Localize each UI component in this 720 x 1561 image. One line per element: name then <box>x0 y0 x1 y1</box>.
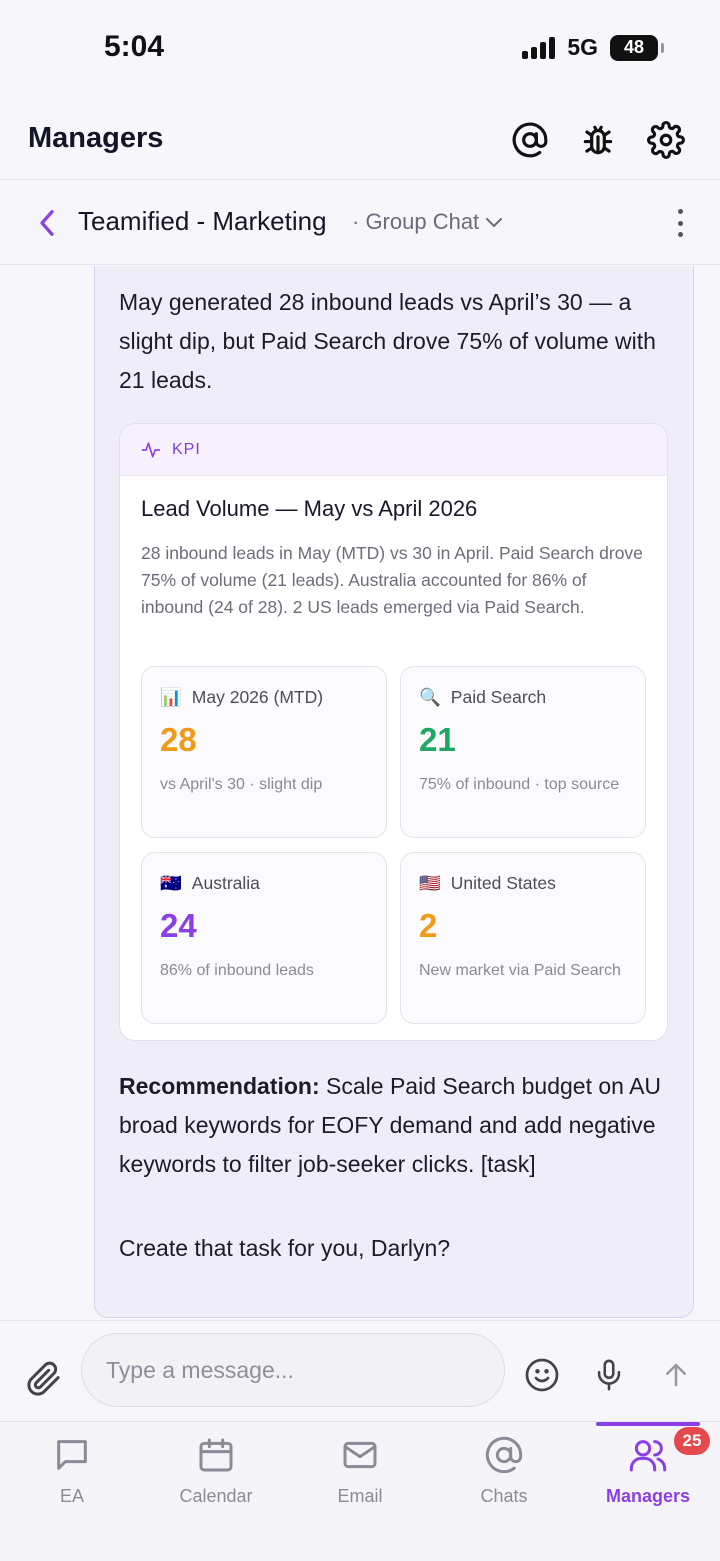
message-composer <box>0 1320 720 1421</box>
tile-note: 86% of inbound leads <box>160 962 314 979</box>
calendar-icon <box>196 1432 236 1478</box>
kpi-tile: 🇦🇺 Australia 24 86% of inbound leads <box>141 852 387 1024</box>
kpi-title: Lead Volume — May vs April 2026 <box>141 496 478 521</box>
signal-icon <box>522 36 556 59</box>
tile-value: 24 <box>160 907 197 944</box>
chevron-left-icon <box>40 210 54 236</box>
battery-icon: 48 <box>610 34 664 61</box>
tile-note: New market via Paid Search <box>419 962 621 979</box>
bottom-tab-bar: EA Calendar Email Chats Managers 25 <box>0 1421 720 1561</box>
send-button[interactable] <box>656 1355 696 1395</box>
message-list[interactable]: May generated 28 inbound leads vs April’… <box>0 266 720 1320</box>
kpi-description: 28 inbound leads in May (MTD) vs 30 in A… <box>141 543 643 617</box>
arrow-up-icon <box>666 1363 686 1387</box>
at-sign-icon[interactable] <box>510 120 550 160</box>
kpi-card: KPI Lead Volume — May vs April 2026 28 i… <box>119 423 668 1041</box>
follow-up-question: Create that task for you, Darlyn? <box>119 1235 451 1261</box>
australia-flag-icon: 🇦🇺 <box>160 873 182 893</box>
battery-level: 48 <box>623 37 645 57</box>
us-flag-icon: 🇺🇸 <box>419 873 441 893</box>
tab-email[interactable]: Email <box>288 1432 432 1522</box>
magnifier-icon: 🔍 <box>419 687 441 707</box>
tab-label: EA <box>59 1486 84 1506</box>
activity-icon <box>141 442 161 457</box>
tile-value: 28 <box>160 721 197 758</box>
emoji-icon[interactable] <box>522 1355 562 1395</box>
tab-ea[interactable]: EA <box>0 1432 144 1522</box>
status-indicators: 5G 48 <box>522 34 664 61</box>
users-icon <box>628 1432 668 1478</box>
tab-label: Email <box>337 1486 383 1506</box>
chat-header: Teamified - Marketing · Group Chat <box>0 181 720 265</box>
kpi-tile: 📊 May 2026 (MTD) 28 vs April's 30 · sligh… <box>141 666 387 838</box>
kpi-header: KPI <box>120 424 667 476</box>
tab-label: Managers <box>605 1486 691 1506</box>
assistant-message: May generated 28 inbound leads vs April’… <box>94 266 694 1318</box>
tile-label: Australia <box>191 873 260 893</box>
tile-label: Paid Search <box>450 687 547 707</box>
tile-value: 2 <box>419 907 438 944</box>
tile-note: 75% of inbound · top source <box>419 776 620 793</box>
more-options-icon[interactable] <box>670 205 690 241</box>
tab-calendar[interactable]: Calendar <box>144 1432 288 1522</box>
at-sign-icon <box>484 1432 524 1478</box>
status-time: 5:04 <box>104 30 165 63</box>
page-title: Managers <box>28 122 164 154</box>
chat-title[interactable]: Teamified - Marketing <box>78 206 327 237</box>
paperclip-icon[interactable] <box>24 1359 64 1399</box>
tile-label: May 2026 (MTD) <box>191 687 324 707</box>
recommendation-label: Recommendation: <box>119 1073 320 1099</box>
back-button[interactable] <box>32 205 62 241</box>
kpi-tag: KPI <box>172 440 201 458</box>
header-actions <box>510 120 686 160</box>
chat-bubble-icon <box>52 1432 92 1478</box>
chat-type-dropdown[interactable]: · Group Chat <box>352 209 503 235</box>
tile-note: vs April's 30 · slight dip <box>160 776 323 793</box>
chevron-down-icon <box>486 218 503 228</box>
gear-icon[interactable] <box>646 120 686 160</box>
kpi-tile: 🔍 Paid Search 21 75% of inbound · top sou… <box>400 666 646 838</box>
tab-label: Chats <box>480 1486 528 1506</box>
bug-icon[interactable] <box>578 120 618 160</box>
app-header: Managers <box>0 100 720 180</box>
status-bar: 5:04 5G 48 <box>0 0 720 100</box>
recommendation: Recommendation: Scale Paid Search budget… <box>119 1067 674 1184</box>
chat-type-label: · Group Chat <box>352 209 480 234</box>
network-type: 5G <box>567 34 598 60</box>
mail-icon <box>340 1432 380 1478</box>
notification-badge: 25 <box>674 1427 710 1455</box>
microphone-icon[interactable] <box>589 1355 629 1395</box>
kpi-tile: 🇺🇸 United States 2 New market via Paid Se… <box>400 852 646 1024</box>
message-intro: May generated 28 inbound leads vs April’… <box>119 289 656 393</box>
tile-label: United States <box>450 873 556 893</box>
tile-value: 21 <box>419 721 456 758</box>
message-input[interactable] <box>81 1333 505 1407</box>
chart-icon: 📊 <box>160 687 182 707</box>
tab-chats[interactable]: Chats <box>432 1432 576 1522</box>
tab-label: Calendar <box>179 1486 253 1506</box>
active-tab-indicator <box>596 1422 700 1426</box>
